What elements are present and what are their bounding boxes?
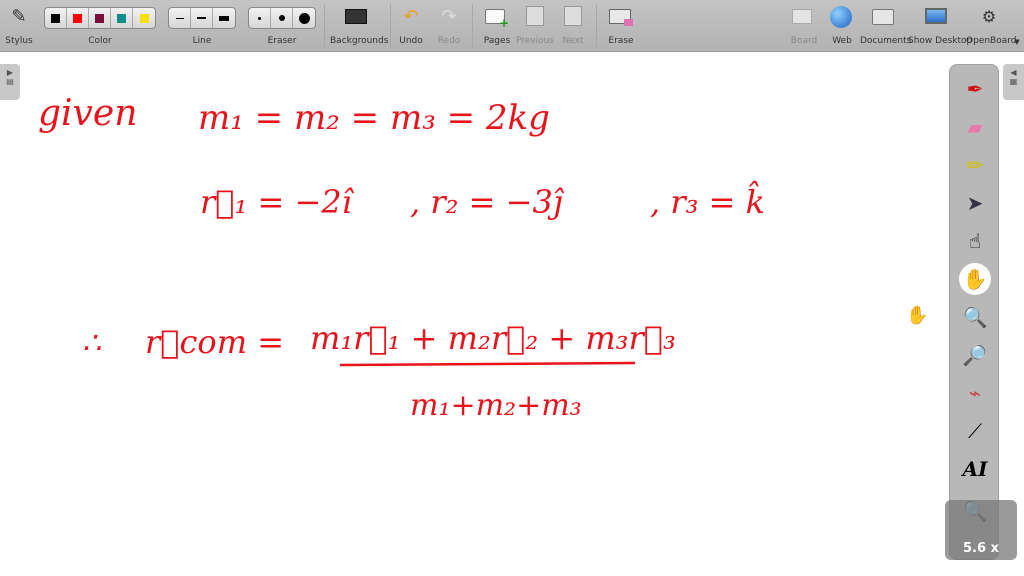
- color-swatch-3[interactable]: [111, 8, 133, 28]
- zoom-in-icon[interactable]: 🔍: [959, 301, 991, 333]
- backgrounds-button[interactable]: Backgrounds: [330, 0, 388, 52]
- mass-equation: m₁ = m₂ = m₃ = 2kg: [198, 98, 550, 138]
- zoom-out-icon[interactable]: 🔎: [959, 339, 991, 371]
- undo-button[interactable]: ↶ Undo: [396, 0, 426, 52]
- denominator: m₁+m₂+m₃: [410, 388, 582, 423]
- previous-page-button[interactable]: Previous: [516, 0, 554, 52]
- laser-pointer-icon[interactable]: ⌁: [959, 377, 991, 409]
- zoom-level-text: 5.6 x: [963, 541, 999, 556]
- undo-icon: ↶: [403, 6, 419, 27]
- color-swatch-2[interactable]: [89, 8, 111, 28]
- right-palette-toggle[interactable]: ◀ ▦: [1003, 64, 1024, 100]
- folder-icon: [872, 6, 896, 28]
- zoom-level-badge: 5.6 x: [945, 500, 1017, 560]
- eraser-group: Eraser: [248, 0, 316, 52]
- color-swatch-fill: [139, 13, 149, 23]
- board-icon: [792, 6, 816, 28]
- selector-tool-icon[interactable]: ➤: [959, 187, 991, 219]
- line-tool-icon[interactable]: ⟋: [959, 415, 991, 447]
- marker-tool-icon[interactable]: ✏: [959, 149, 991, 181]
- documents-button[interactable]: Documents: [860, 0, 911, 52]
- line-small-button[interactable]: [169, 8, 191, 28]
- eraser-medium-button[interactable]: [271, 8, 293, 28]
- next-page-button[interactable]: Next: [558, 0, 588, 52]
- r3-equation: , r₃ = k̂: [650, 180, 765, 221]
- color-swatch-fill: [95, 13, 104, 23]
- r1-equation: r⃗₁ = −2î: [200, 183, 355, 221]
- stylus-button[interactable]: ✎ Stylus: [2, 0, 36, 52]
- fraction-bar: [339, 361, 636, 367]
- eraser-small-button[interactable]: [249, 8, 271, 28]
- line-large-button[interactable]: [213, 8, 235, 28]
- erase-board-button[interactable]: Erase: [604, 0, 638, 52]
- hand-cursor-icon: ✋: [906, 304, 928, 326]
- web-button[interactable]: Web: [826, 0, 858, 52]
- gear-icon: ⚙: [981, 7, 997, 26]
- color-swatch-1[interactable]: [67, 8, 89, 28]
- line-medium-button[interactable]: [191, 8, 213, 28]
- color-swatch-fill: [117, 13, 126, 23]
- eraser-tool-icon[interactable]: ▰: [959, 111, 991, 143]
- color-swatch-0[interactable]: [45, 8, 67, 28]
- monitor-icon: [925, 6, 949, 28]
- pen-tool-icon[interactable]: ✒: [959, 73, 991, 105]
- interact-tool-icon[interactable]: ☝: [959, 225, 991, 257]
- board-button[interactable]: Board: [788, 0, 820, 52]
- line-group: Line: [168, 0, 236, 52]
- globe-icon: [830, 6, 854, 28]
- color-swatch-fill: [51, 13, 60, 23]
- redo-icon: ↷: [441, 6, 457, 27]
- rcom-label: r⃗com =: [145, 323, 284, 361]
- erase-board-icon: [609, 6, 633, 28]
- r2-equation: , r₂ = −3ĵ: [410, 183, 565, 221]
- menu-dropdown-icon[interactable]: ▼: [1012, 0, 1022, 52]
- openboard-menu-button[interactable]: ⚙ OpenBoard: [966, 0, 1017, 52]
- eraser-large-button[interactable]: [293, 8, 315, 28]
- add-page-icon: +: [485, 6, 509, 29]
- grid-background-icon: [345, 6, 369, 28]
- hand-tool-icon[interactable]: ✋: [959, 263, 991, 295]
- show-desktop-button[interactable]: Show Desktop: [908, 0, 972, 52]
- tools-palette: ✒ ▰ ✏ ➤ ☝ ✋ 🔍 🔎 ⌁ ⟋ AI 🔍: [949, 64, 999, 560]
- therefore-symbol: ∴: [82, 326, 101, 361]
- redo-button[interactable]: ↷ Redo: [434, 0, 464, 52]
- next-page-icon: [561, 6, 585, 28]
- previous-page-icon: [523, 6, 547, 28]
- given-label: given: [38, 93, 137, 134]
- color-swatch-4[interactable]: [133, 8, 155, 28]
- color-group: Color: [44, 0, 156, 52]
- numerator: m₁r⃗₁ + m₂r⃗₂ + m₃r⃗₃: [310, 319, 676, 357]
- main-toolbar: ✎ Stylus Color Line Eraser Backgrounds ↶ U…: [0, 0, 1024, 52]
- color-swatch-fill: [73, 13, 82, 23]
- text-tool-icon[interactable]: AI: [959, 453, 991, 485]
- stylus-icon: ✎: [11, 6, 27, 27]
- left-palette-toggle[interactable]: ▶ ▤: [0, 64, 20, 100]
- whiteboard-canvas[interactable]: given m₁ = m₂ = m₃ = 2kg r⃗₁ = −2î , r₂ …: [0, 53, 1024, 576]
- pages-button[interactable]: + Pages: [480, 0, 514, 52]
